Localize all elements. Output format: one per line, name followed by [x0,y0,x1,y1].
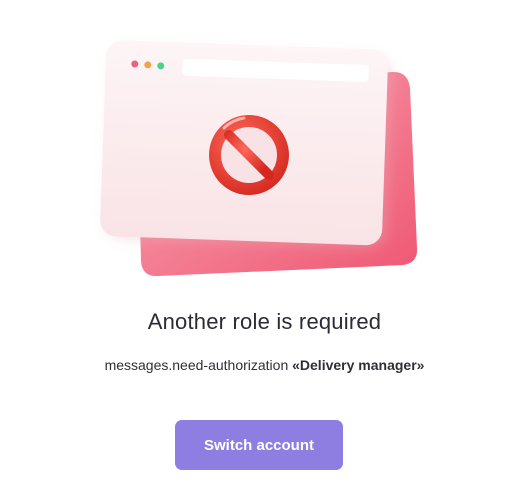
prohibited-browser-window-icon [100,40,418,277]
switch-account-button[interactable]: Switch account [175,420,343,470]
authorization-message: messages.need-authorization «Delivery ma… [0,357,529,373]
page-title: Another role is required [147,309,382,334]
authorization-message-text: messages.need-authorization [104,357,289,373]
prohibited-icon [209,115,289,195]
required-role-label: «Delivery manager» [292,357,425,373]
access-denied-page: Another role is required messages.need-a… [0,0,529,503]
